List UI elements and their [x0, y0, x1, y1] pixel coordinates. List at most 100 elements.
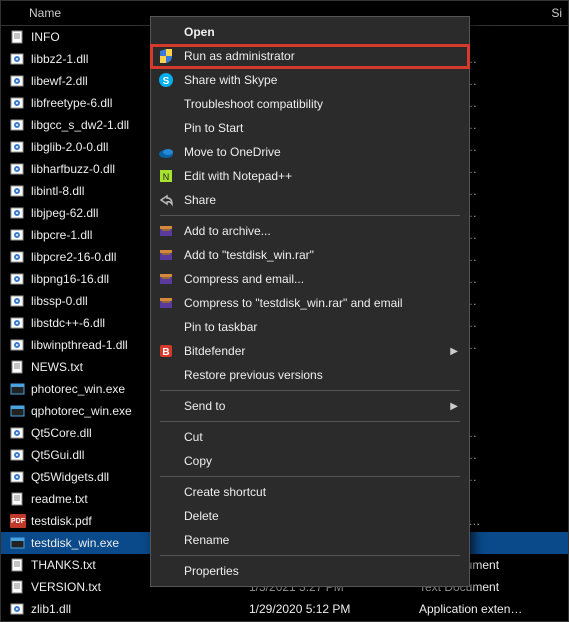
- menu-item-add-to-archive[interactable]: Add to archive...: [152, 219, 468, 243]
- file-type-icon: [9, 161, 27, 177]
- onedrive-icon: [156, 142, 176, 162]
- menu-item-label: Cut: [184, 430, 458, 444]
- menu-item-pin-to-start[interactable]: Pin to Start: [152, 116, 468, 140]
- menu-item-label: Open: [184, 25, 458, 39]
- file-type-icon: [9, 227, 27, 243]
- menu-separator: [160, 390, 460, 391]
- menu-item-properties[interactable]: Properties: [152, 559, 468, 583]
- menu-item-restore-previous-versions[interactable]: Restore previous versions: [152, 363, 468, 387]
- svg-text:S: S: [163, 76, 170, 87]
- menu-item-label: Share: [184, 193, 458, 207]
- notepadpp-icon: N: [156, 166, 176, 186]
- submenu-arrow-icon: ▶: [450, 401, 458, 412]
- file-type-icon: [9, 447, 27, 463]
- file-type-icon: [9, 535, 27, 551]
- menu-icon-blank: [156, 482, 176, 502]
- menu-icon-blank: [156, 506, 176, 526]
- submenu-arrow-icon: ▶: [450, 346, 458, 357]
- file-type-icon: [9, 315, 27, 331]
- file-type-icon: [9, 403, 27, 419]
- menu-icon-blank: [156, 427, 176, 447]
- menu-item-pin-to-taskbar[interactable]: Pin to taskbar: [152, 315, 468, 339]
- file-type: Application exten…: [419, 602, 568, 616]
- file-type-icon: [9, 29, 27, 45]
- menu-icon-blank: [156, 365, 176, 385]
- menu-item-run-as-administrator[interactable]: Run as administrator: [152, 44, 468, 68]
- winrar-icon: [156, 269, 176, 289]
- menu-item-label: Pin to Start: [184, 121, 458, 135]
- menu-item-label: Delete: [184, 509, 458, 523]
- menu-item-label: Create shortcut: [184, 485, 458, 499]
- svg-text:N: N: [163, 172, 170, 182]
- file-type-icon: [9, 337, 27, 353]
- menu-icon-blank: [156, 396, 176, 416]
- menu-item-label: Compress and email...: [184, 272, 458, 286]
- menu-item-label: Troubleshoot compatibility: [184, 97, 458, 111]
- menu-item-label: Properties: [184, 564, 458, 578]
- menu-item-open[interactable]: Open: [152, 20, 468, 44]
- shield-icon: [156, 46, 176, 66]
- file-type-icon: [9, 469, 27, 485]
- menu-icon-blank: [156, 22, 176, 42]
- skype-icon: S: [156, 70, 176, 90]
- menu-separator: [160, 476, 460, 477]
- file-type-icon: [9, 271, 27, 287]
- menu-item-cut[interactable]: Cut: [152, 425, 468, 449]
- menu-item-label: Run as administrator: [184, 49, 458, 63]
- menu-separator: [160, 555, 460, 556]
- file-type-icon: [9, 491, 27, 507]
- menu-item-label: Add to "testdisk_win.rar": [184, 248, 458, 262]
- column-header-size[interactable]: Si: [538, 6, 568, 20]
- menu-item-edit-with-notepad[interactable]: N Edit with Notepad++: [152, 164, 468, 188]
- menu-item-label: Add to archive...: [184, 224, 458, 238]
- file-type-icon: [9, 293, 27, 309]
- file-type-icon: [9, 183, 27, 199]
- winrar-icon: [156, 245, 176, 265]
- menu-item-label: Send to: [184, 399, 442, 413]
- file-type-icon: [9, 51, 27, 67]
- file-type-icon: [9, 557, 27, 573]
- menu-item-move-to-onedrive[interactable]: Move to OneDrive: [152, 140, 468, 164]
- menu-item-send-to[interactable]: Send to ▶: [152, 394, 468, 418]
- menu-item-share[interactable]: Share: [152, 188, 468, 212]
- file-type-icon: [9, 425, 27, 441]
- menu-icon-blank: [156, 317, 176, 337]
- share-icon: [156, 190, 176, 210]
- file-type-icon: [9, 205, 27, 221]
- file-type-icon: [9, 381, 27, 397]
- menu-item-rename[interactable]: Rename: [152, 528, 468, 552]
- menu-item-label: Compress to "testdisk_win.rar" and email: [184, 296, 458, 310]
- menu-item-label: Share with Skype: [184, 73, 458, 87]
- menu-icon-blank: [156, 561, 176, 581]
- file-type-icon: [9, 601, 27, 617]
- menu-item-create-shortcut[interactable]: Create shortcut: [152, 480, 468, 504]
- file-type-icon: [9, 359, 27, 375]
- menu-item-bitdefender[interactable]: BBitdefender▶: [152, 339, 468, 363]
- menu-item-label: Pin to taskbar: [184, 320, 458, 334]
- menu-separator: [160, 215, 460, 216]
- file-type-icon: [9, 95, 27, 111]
- menu-icon-blank: [156, 530, 176, 550]
- file-type-icon: [9, 579, 27, 595]
- menu-item-troubleshoot-compatibility[interactable]: Troubleshoot compatibility: [152, 92, 468, 116]
- file-row[interactable]: zlib1.dll1/29/2020 5:12 PMApplication ex…: [1, 598, 568, 620]
- menu-item-add-to-testdisk-win-rar[interactable]: Add to "testdisk_win.rar": [152, 243, 468, 267]
- menu-item-label: Move to OneDrive: [184, 145, 458, 159]
- file-type-icon: [9, 249, 27, 265]
- menu-icon-blank: [156, 94, 176, 114]
- file-type-icon: [9, 117, 27, 133]
- winrar-icon: [156, 293, 176, 313]
- file-name: zlib1.dll: [31, 602, 249, 616]
- file-date: 1/29/2020 5:12 PM: [249, 602, 419, 616]
- menu-item-compress-and-email[interactable]: Compress and email...: [152, 267, 468, 291]
- menu-item-delete[interactable]: Delete: [152, 504, 468, 528]
- menu-item-compress-to-testdisk-win-rar-and-email[interactable]: Compress to "testdisk_win.rar" and email: [152, 291, 468, 315]
- winrar-icon: [156, 221, 176, 241]
- menu-item-label: Restore previous versions: [184, 368, 458, 382]
- file-type-icon: PDF: [9, 513, 27, 529]
- menu-item-label: Copy: [184, 454, 458, 468]
- menu-item-label: Edit with Notepad++: [184, 169, 458, 183]
- menu-item-share-with-skype[interactable]: S Share with Skype: [152, 68, 468, 92]
- menu-item-copy[interactable]: Copy: [152, 449, 468, 473]
- menu-item-label: Rename: [184, 533, 458, 547]
